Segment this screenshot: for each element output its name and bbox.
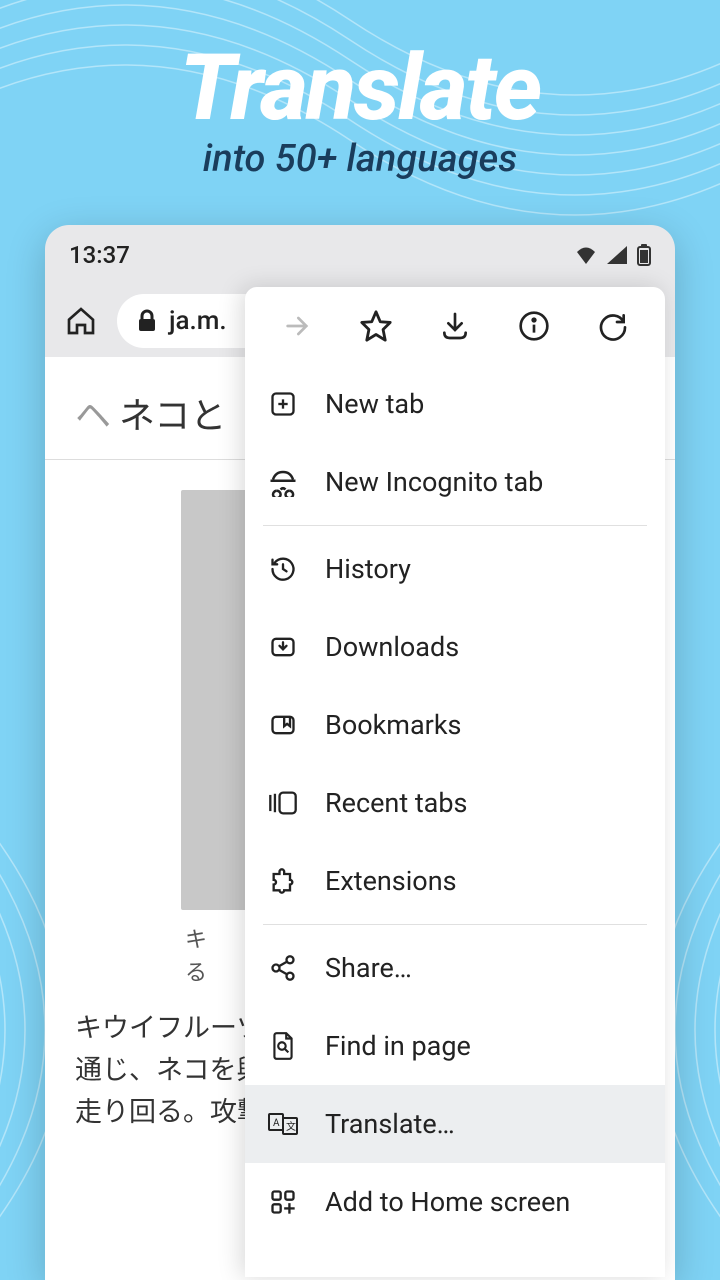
menu-divider [263,525,647,526]
status-icons [575,244,651,266]
download-button[interactable] [431,302,479,350]
menu-label: New tab [325,388,424,420]
menu-label: Add to Home screen [325,1186,570,1218]
history-icon [267,553,299,585]
promo-title: Translate [0,35,720,142]
share-icon [267,952,299,984]
new-tab-icon [267,388,299,420]
downloads-icon [267,631,299,663]
menu-find[interactable]: Find in page [245,1007,665,1085]
menu-divider [263,924,647,925]
find-icon [267,1030,299,1062]
menu-label: Bookmarks [325,709,461,741]
forward-button[interactable] [273,302,321,350]
chevron-left-icon: ヘ [75,396,111,436]
menu-downloads[interactable]: Downloads [245,608,665,686]
menu-label: History [325,553,411,585]
promo-header: Translate into 50+ languages [0,35,720,181]
menu-history[interactable]: History [245,530,665,608]
svg-text:文: 文 [286,1120,296,1133]
menu-share[interactable]: Share… [245,929,665,1007]
menu-new-tab[interactable]: New tab [245,365,665,443]
wifi-icon [575,246,597,264]
bookmark-star-button[interactable] [352,302,400,350]
menu-label: Find in page [325,1030,471,1062]
incognito-icon [267,466,299,498]
menu-label: Share… [325,952,412,984]
phone-frame: 13:37 ja.m. ヘネコと キる キウイフルーツあるため、マタある「鋤鼻器… [45,225,675,1280]
menu-extensions[interactable]: Extensions [245,842,665,920]
lock-icon [137,309,157,333]
extensions-icon [267,865,299,897]
status-time: 13:37 [69,241,130,269]
browser-menu: New tab New Incognito tab History Downlo… [245,287,665,1277]
home-button[interactable] [63,303,99,339]
bookmarks-icon [267,709,299,741]
menu-label: New Incognito tab [325,466,543,498]
info-button[interactable] [510,302,558,350]
battery-icon [637,244,651,266]
menu-label: Recent tabs [325,787,467,819]
wiki-title: ネコと [119,396,226,436]
svg-text:A: A [273,1118,280,1129]
status-bar: 13:37 [45,225,675,285]
reload-button[interactable] [589,302,637,350]
recent-tabs-icon [267,787,299,819]
signal-icon [607,246,627,264]
menu-incognito[interactable]: New Incognito tab [245,443,665,521]
menu-add-home[interactable]: Add to Home screen [245,1163,665,1241]
menu-label: Downloads [325,631,459,663]
add-home-icon [267,1186,299,1218]
menu-translate[interactable]: A文 Translate… [245,1085,665,1163]
translate-icon: A文 [267,1108,299,1140]
menu-top-actions [245,287,665,365]
promo-subtitle: into 50+ languages [0,137,720,181]
menu-label: Extensions [325,865,457,897]
menu-label: Translate… [325,1108,455,1140]
menu-recent-tabs[interactable]: Recent tabs [245,764,665,842]
menu-bookmarks[interactable]: Bookmarks [245,686,665,764]
url-text: ja.m. [169,306,227,336]
